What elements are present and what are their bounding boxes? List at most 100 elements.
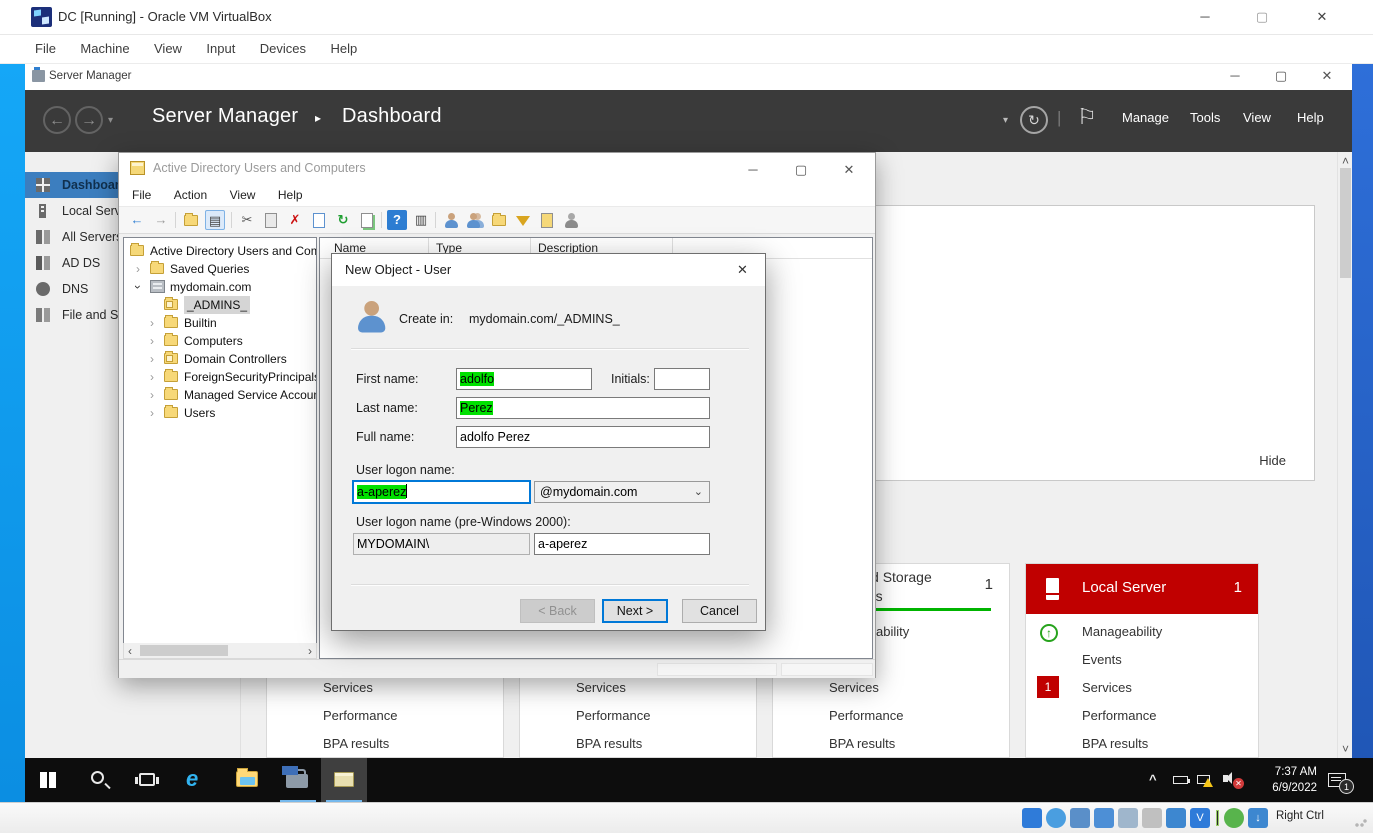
help-icon[interactable]: ? bbox=[387, 210, 407, 230]
tree-item-saved-queries[interactable]: › Saved Queries bbox=[124, 260, 316, 278]
dashboard-scrollbar[interactable]: ˄ ˅ bbox=[1337, 152, 1352, 758]
full-name-field[interactable]: adolfo Perez bbox=[456, 426, 710, 448]
delegate-control-icon[interactable] bbox=[561, 210, 581, 230]
expand-icon[interactable]: › bbox=[150, 314, 154, 332]
export-list-icon[interactable] bbox=[357, 210, 377, 230]
forward-button[interactable]: → bbox=[75, 106, 103, 134]
tree-item-managed-service[interactable]: › Managed Service Accounts bbox=[124, 386, 316, 404]
vbox-maximize-button[interactable]: ▢ bbox=[1242, 2, 1282, 32]
collapse-icon[interactable]: › bbox=[129, 285, 147, 289]
next-button[interactable]: Next > bbox=[602, 599, 668, 623]
tree-item-computers[interactable]: › Computers bbox=[124, 332, 316, 350]
expand-icon[interactable]: › bbox=[136, 260, 140, 278]
new-group-icon[interactable] bbox=[465, 210, 485, 230]
tile2-services-link[interactable]: Services bbox=[576, 680, 626, 702]
tile3-performance-link[interactable]: Performance bbox=[829, 708, 903, 730]
forward-icon[interactable]: → bbox=[151, 210, 171, 230]
initials-field[interactable] bbox=[654, 368, 710, 390]
tile1-performance-link[interactable]: Performance bbox=[323, 708, 397, 730]
vbox-menu-devices[interactable]: Devices bbox=[250, 35, 316, 56]
local-server-tile-header[interactable]: Local Server 1 bbox=[1026, 564, 1258, 614]
resize-grip[interactable] bbox=[1355, 815, 1367, 827]
tile1-bpa-link[interactable]: BPA results bbox=[323, 736, 389, 757]
logon-name-field[interactable]: a-aperez bbox=[353, 481, 530, 503]
header-dropdown-icon[interactable]: ▾ bbox=[1003, 115, 1008, 126]
menu-manage[interactable]: Manage bbox=[1122, 110, 1169, 125]
start-button[interactable] bbox=[25, 758, 71, 802]
first-name-field[interactable]: adolfo bbox=[456, 368, 592, 390]
scroll-left-icon[interactable]: ‹ bbox=[128, 644, 132, 658]
file-explorer-button[interactable] bbox=[225, 758, 271, 802]
menu-tools[interactable]: Tools bbox=[1190, 110, 1220, 125]
hscroll-thumb[interactable] bbox=[140, 645, 228, 656]
expand-icon[interactable]: › bbox=[150, 368, 154, 386]
tree-item-builtin[interactable]: › Builtin bbox=[124, 314, 316, 332]
server-manager-taskbar-button[interactable] bbox=[275, 758, 321, 802]
vbox-menu-help[interactable]: Help bbox=[320, 35, 367, 56]
tree-item-admins-ou[interactable]: _ADMINS_ bbox=[124, 296, 316, 314]
aduc-close-button[interactable]: ✕ bbox=[829, 155, 869, 185]
sm-maximize-button[interactable]: ▢ bbox=[1261, 61, 1301, 91]
battery-icon[interactable] bbox=[1173, 776, 1190, 784]
scroll-down-icon[interactable]: ˅ bbox=[1342, 742, 1349, 756]
find-icon[interactable] bbox=[537, 210, 557, 230]
refresh-icon[interactable]: ↻ bbox=[1020, 106, 1048, 134]
paste-icon[interactable] bbox=[261, 210, 281, 230]
scroll-right-icon[interactable]: › bbox=[308, 644, 312, 658]
notifications-flag-icon[interactable]: ⚐ bbox=[1077, 104, 1097, 130]
up-one-level-icon[interactable] bbox=[181, 210, 201, 230]
back-button[interactable]: < Back bbox=[520, 599, 595, 623]
local-server-tile[interactable]: Local Server 1 ↑ Manageability Events 1 … bbox=[1025, 563, 1259, 758]
cut-icon[interactable]: ✂ bbox=[237, 210, 257, 230]
sm-close-button[interactable]: ✕ bbox=[1307, 61, 1347, 91]
tile2-bpa-link[interactable]: BPA results bbox=[576, 736, 642, 757]
tile4-performance-link[interactable]: Performance bbox=[1082, 708, 1156, 730]
vbox-close-button[interactable]: ✕ bbox=[1302, 2, 1342, 32]
dialog-close-icon[interactable]: ✕ bbox=[720, 254, 765, 285]
pre2000-logon-field[interactable]: a-aperez bbox=[534, 533, 710, 555]
back-icon[interactable]: ← bbox=[127, 210, 147, 230]
tile4-events-link[interactable]: Events bbox=[1082, 652, 1122, 674]
aduc-menu-help[interactable]: Help bbox=[269, 185, 312, 202]
vbox-minimize-button[interactable]: ─ bbox=[1185, 2, 1225, 32]
aduc-menu-action[interactable]: Action bbox=[165, 185, 216, 202]
aduc-menu-view[interactable]: View bbox=[221, 185, 265, 202]
tile2-performance-link[interactable]: Performance bbox=[576, 708, 650, 730]
tile4-manageability-link[interactable]: Manageability bbox=[1082, 624, 1162, 646]
tile1-services-link[interactable]: Services bbox=[323, 680, 373, 702]
expand-icon[interactable]: › bbox=[150, 350, 154, 368]
tree-item-root[interactable]: Active Directory Users and Com bbox=[124, 242, 316, 260]
vbox-menu-input[interactable]: Input bbox=[196, 35, 245, 56]
volume-icon[interactable] bbox=[1223, 772, 1232, 784]
show-console-tree-icon[interactable]: ▤ bbox=[205, 210, 225, 230]
menu-view[interactable]: View bbox=[1243, 110, 1271, 125]
domain-suffix-dropdown[interactable]: @mydomain.com ⌄ bbox=[534, 481, 710, 503]
expand-icon[interactable]: › bbox=[150, 332, 154, 350]
hide-link[interactable]: Hide bbox=[1259, 453, 1286, 468]
tree-item-foreign-security[interactable]: › ForeignSecurityPrincipals bbox=[124, 368, 316, 386]
new-user-icon[interactable] bbox=[441, 210, 461, 230]
scroll-up-icon[interactable]: ˄ bbox=[1342, 154, 1349, 168]
sm-minimize-button[interactable]: ─ bbox=[1215, 61, 1255, 91]
tray-chevron-icon[interactable]: ^ bbox=[1149, 772, 1157, 787]
filter-icon[interactable] bbox=[513, 210, 533, 230]
refresh-icon[interactable]: ↻ bbox=[333, 210, 353, 230]
task-view-button[interactable] bbox=[125, 758, 171, 802]
tree-item-users[interactable]: › Users bbox=[124, 404, 316, 422]
expand-icon[interactable]: › bbox=[150, 404, 154, 422]
last-name-field[interactable]: Perez bbox=[456, 397, 710, 419]
expand-icon[interactable]: › bbox=[150, 386, 154, 404]
action-pane-icon[interactable]: ▥ bbox=[411, 210, 431, 230]
back-button[interactable]: ← bbox=[43, 106, 71, 134]
aduc-menu-file[interactable]: File bbox=[123, 185, 160, 202]
properties-icon[interactable] bbox=[309, 210, 329, 230]
aduc-minimize-button[interactable]: ─ bbox=[733, 155, 773, 185]
tile3-services-link[interactable]: Services bbox=[829, 680, 879, 702]
tree-horizontal-scrollbar[interactable]: ‹ › bbox=[123, 643, 317, 659]
vbox-menu-file[interactable]: File bbox=[25, 35, 66, 56]
tile4-services-link[interactable]: Services bbox=[1082, 680, 1132, 702]
tray-clock[interactable]: 7:37 AM 6/9/2022 bbox=[1247, 764, 1317, 796]
aduc-taskbar-button[interactable] bbox=[321, 758, 367, 802]
vbox-menu-view[interactable]: View bbox=[144, 35, 192, 56]
scrollbar-thumb[interactable] bbox=[1340, 168, 1351, 278]
